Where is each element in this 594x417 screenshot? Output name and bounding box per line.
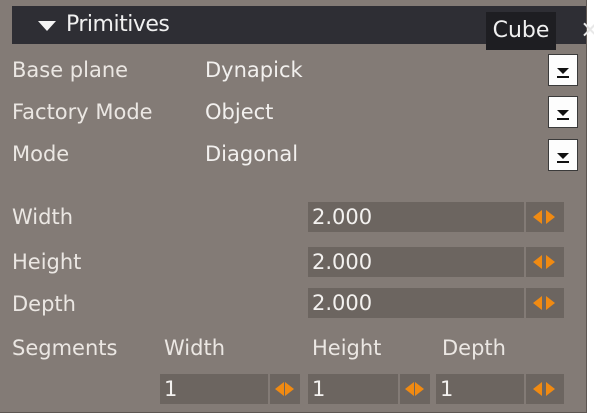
mode-label: Mode bbox=[12, 142, 70, 166]
segments-depth-spinner[interactable] bbox=[526, 374, 564, 404]
factory-mode-value[interactable]: Object bbox=[205, 100, 273, 124]
segments-depth-header: Depth bbox=[442, 336, 506, 360]
mode-value[interactable]: Diagonal bbox=[205, 142, 298, 166]
primitive-type-label: Cube bbox=[486, 12, 556, 50]
segments-width-header: Width bbox=[164, 336, 226, 360]
spinner-left-arrow-icon[interactable] bbox=[405, 382, 414, 396]
base-plane-dropdown-button[interactable] bbox=[548, 54, 578, 86]
depth-field[interactable]: 2.000 bbox=[308, 288, 524, 318]
depth-label: Depth bbox=[12, 292, 76, 316]
spinner-left-arrow-icon[interactable] bbox=[533, 255, 542, 269]
segments-depth-field[interactable]: 1 bbox=[436, 374, 524, 404]
panel-title: Primitives bbox=[66, 12, 170, 37]
height-label: Height bbox=[12, 250, 82, 274]
dropdown-bar-icon bbox=[557, 118, 569, 120]
segments-height-header: Height bbox=[312, 336, 382, 360]
segments-height-field[interactable]: 1 bbox=[308, 374, 398, 404]
spinner-left-arrow-icon[interactable] bbox=[533, 210, 542, 224]
width-spinner[interactable] bbox=[526, 202, 564, 232]
width-field[interactable]: 2.000 bbox=[308, 202, 524, 232]
close-icon[interactable]: × bbox=[580, 14, 594, 44]
spinner-left-arrow-icon[interactable] bbox=[533, 382, 542, 396]
dropdown-arrow-icon bbox=[557, 68, 569, 74]
spinner-right-arrow-icon[interactable] bbox=[546, 255, 555, 269]
collapse-arrow-icon[interactable] bbox=[38, 21, 56, 31]
mode-dropdown-button[interactable] bbox=[548, 139, 578, 171]
factory-mode-dropdown-button[interactable] bbox=[548, 96, 578, 128]
spinner-right-arrow-icon[interactable] bbox=[546, 296, 555, 310]
base-plane-label: Base plane bbox=[12, 58, 129, 82]
spinner-right-arrow-icon[interactable] bbox=[415, 382, 424, 396]
panel-titlebar[interactable]: Primitives Cube × bbox=[12, 6, 594, 50]
primitives-panel: Primitives Cube × Base plane Dynapick Fa… bbox=[0, 0, 594, 413]
spinner-right-arrow-icon[interactable] bbox=[546, 382, 555, 396]
height-spinner[interactable] bbox=[526, 247, 564, 277]
depth-spinner[interactable] bbox=[526, 288, 564, 318]
width-label: Width bbox=[12, 205, 74, 229]
spinner-right-arrow-icon[interactable] bbox=[546, 210, 555, 224]
dropdown-arrow-icon bbox=[557, 110, 569, 116]
segments-height-spinner[interactable] bbox=[400, 374, 430, 404]
segments-width-field[interactable]: 1 bbox=[160, 374, 268, 404]
dropdown-arrow-icon bbox=[557, 153, 569, 159]
height-field[interactable]: 2.000 bbox=[308, 247, 524, 277]
factory-mode-label: Factory Mode bbox=[12, 100, 153, 124]
segments-label: Segments bbox=[12, 336, 118, 360]
spinner-left-arrow-icon[interactable] bbox=[533, 296, 542, 310]
spinner-right-arrow-icon[interactable] bbox=[285, 382, 294, 396]
base-plane-value[interactable]: Dynapick bbox=[205, 58, 303, 82]
segments-width-spinner[interactable] bbox=[270, 374, 300, 404]
dropdown-bar-icon bbox=[557, 161, 569, 163]
spinner-left-arrow-icon[interactable] bbox=[275, 382, 284, 396]
dropdown-bar-icon bbox=[557, 76, 569, 78]
